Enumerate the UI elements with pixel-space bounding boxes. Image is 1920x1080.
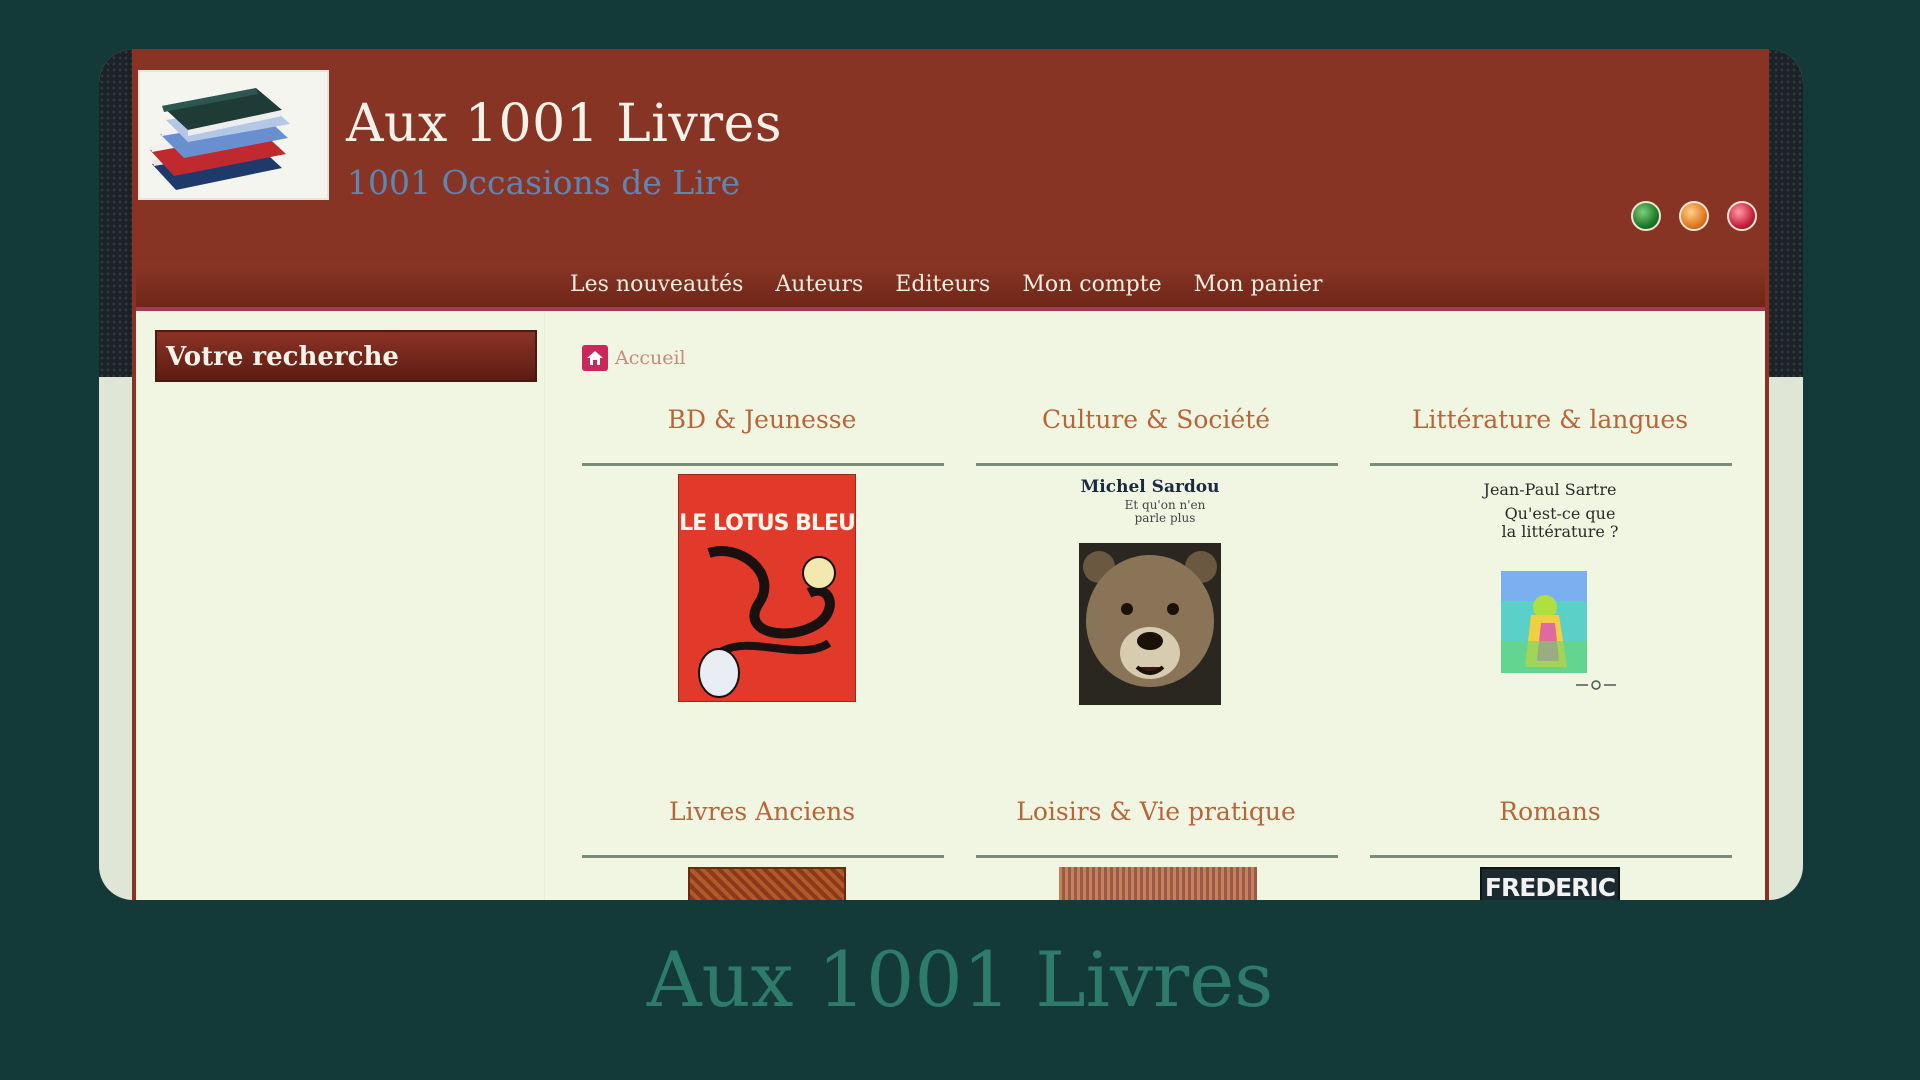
bear-illustration [1079,543,1221,705]
book-stack-icon [150,88,290,190]
category-rule [582,463,944,466]
cover-title-sartre: Qu'est-ce que la littérature ? [1501,504,1619,541]
book-cover-romans[interactable]: FREDERIC [1480,867,1620,900]
category-title-romans[interactable]: Romans [1370,797,1730,826]
red-dot-icon[interactable] [1727,201,1757,231]
nav-item-auteurs[interactable]: Auteurs [775,272,863,297]
home-icon[interactable] [582,345,608,371]
nav-item-editeurs[interactable]: Editeurs [895,272,990,297]
book-cover-livres-anciens[interactable] [688,867,846,900]
search-panel-title: Votre recherche [166,342,399,372]
cover-author-sartre: Jean-Paul Sartre [1483,481,1617,499]
breadcrumb-home-link[interactable]: Accueil [615,347,686,369]
nav-item-mon-panier[interactable]: Mon panier [1194,272,1323,297]
category-rule [976,463,1338,466]
lotus-bleu-top-band [679,487,855,509]
ornament-icon [1576,680,1616,690]
book-cover-loisirs[interactable] [1059,867,1257,900]
category-rule [1370,855,1732,858]
category-rule [976,855,1338,858]
sartre-cover-illustration [1501,571,1587,673]
category-title-bd-jeunesse[interactable]: BD & Jeunesse [582,405,942,434]
nav-item-nouveautes[interactable]: Les nouveautés [570,272,743,297]
site-subtitle: 1001 Occasions de Lire [347,163,741,202]
books-logo[interactable] [138,70,329,200]
cover-subtitle-sardou: Et qu'on n'en parle plus [1124,498,1206,526]
category-title-culture-societe[interactable]: Culture & Société [976,405,1336,434]
header-dots [1631,201,1757,231]
website: Aux 1001 Livres 1001 Occasions de Lire L… [132,49,1769,900]
book-cover-sardou[interactable]: Michel Sardou Et qu'on n'en parle plus [1079,477,1221,705]
breadcrumb: Accueil [582,345,686,371]
search-panel-header[interactable]: Votre recherche [155,330,537,382]
sidebar-divider [544,311,545,900]
orange-dot-icon[interactable] [1679,201,1709,231]
category-title-livres-anciens[interactable]: Livres Anciens [582,797,942,826]
cover-author-sardou: Michel Sardou [1080,477,1220,497]
book-cover-lotus-bleu[interactable]: LE LOTUS BLEU [678,474,856,702]
category-rule [582,855,944,858]
category-title-loisirs-vie-pratique[interactable]: Loisirs & Vie pratique [976,797,1336,826]
main-nav: Les nouveautés Auteurs Editeurs Mon comp… [136,261,1765,311]
book-cover-sartre[interactable]: Jean-Paul Sartre Qu'est-ce que la littér… [1470,481,1630,701]
green-dot-icon[interactable] [1631,201,1661,231]
cover-title-frederic: FREDERIC [1484,873,1616,900]
category-rule [1370,463,1732,466]
nav-item-mon-compte[interactable]: Mon compte [1022,272,1161,297]
site-title[interactable]: Aux 1001 Livres [346,94,782,154]
category-title-litterature-langues[interactable]: Littérature & langues [1370,405,1730,434]
screenshot-frame: Aux 1001 Livres 1001 Occasions de Lire L… [99,49,1803,900]
dragon-illustration [698,546,836,698]
page-caption: Aux 1001 Livres [646,935,1274,1024]
